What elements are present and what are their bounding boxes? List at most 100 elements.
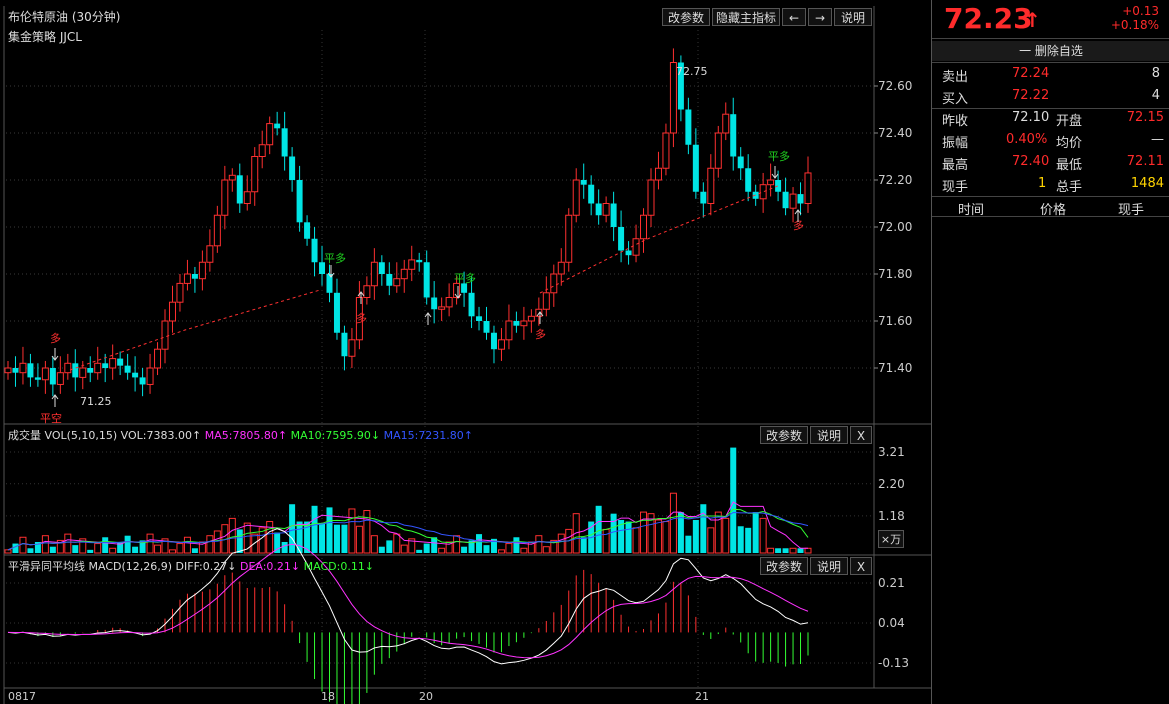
volume-bar — [707, 527, 715, 554]
candle-body — [797, 194, 804, 204]
avg-label: 均价 — [1056, 136, 1083, 151]
candle-body — [468, 292, 475, 317]
candle-body — [490, 332, 497, 350]
candle-body — [745, 168, 752, 192]
volume-bar — [759, 517, 767, 554]
volume-bar — [27, 548, 34, 553]
candle-body — [588, 184, 595, 204]
volume-bar — [700, 504, 707, 553]
signal-duo: 多 — [535, 327, 546, 341]
volume-bar — [797, 548, 804, 553]
volume-bar — [326, 507, 333, 553]
volume-bar — [737, 526, 744, 553]
candle-body — [640, 214, 648, 240]
candle-body — [168, 301, 176, 322]
volume-bar — [416, 549, 423, 553]
volume-bar — [176, 543, 184, 554]
candle-body — [289, 156, 296, 180]
price-change: +0.13 — [1122, 4, 1159, 18]
buy-price: 72.22 — [1012, 88, 1050, 103]
macd-close-button[interactable]: X — [850, 557, 872, 575]
volume-bar — [513, 537, 520, 553]
chart-area[interactable]: 多平空 71.25 72.75 平多 平多 平多多多多 72.60 72.40 72.20 72… — [0, 0, 931, 704]
candle-body — [154, 348, 162, 369]
candle-body — [102, 363, 109, 368]
candle-body — [408, 259, 416, 270]
macd-params-button[interactable]: 改参数 — [760, 557, 808, 575]
volume-bar — [348, 508, 356, 554]
candle-body — [281, 128, 288, 157]
volume-bar — [662, 521, 670, 554]
candle-body — [363, 285, 371, 298]
buy-label: 买入 — [942, 92, 969, 107]
candle-body — [737, 156, 744, 169]
price-change-pct: +0.18% — [1110, 18, 1159, 32]
signal-ping-duo: 平多 — [324, 251, 346, 265]
price-tick-label: 72.00 — [878, 220, 912, 234]
buy-qty: 4 — [1151, 88, 1160, 103]
candle-body — [311, 238, 318, 263]
volume-bar — [19, 536, 27, 554]
candle-body — [580, 180, 587, 185]
volume-bars — [4, 447, 812, 554]
candles — [4, 48, 812, 397]
candle-body — [685, 109, 692, 145]
volume-bar — [557, 533, 565, 554]
candle-body — [767, 179, 775, 186]
volume-bar — [124, 535, 131, 553]
candle-body — [572, 179, 580, 216]
volume-params-button[interactable]: 改参数 — [760, 426, 808, 444]
candle-body — [565, 214, 573, 263]
price-tick-label: 71.60 — [878, 314, 912, 328]
avg-value: — — [1151, 132, 1164, 147]
macd-value: MACD:0.11↓ — [303, 560, 375, 573]
candle-body — [79, 367, 87, 378]
params-button[interactable]: 改参数 — [662, 8, 710, 26]
volume-axis: 3.21 2.20 1.18 — [878, 445, 905, 523]
volume-bar — [370, 535, 378, 554]
next-arrow-icon[interactable]: → — [808, 8, 832, 26]
volume-bar — [752, 512, 759, 553]
volume-bar — [730, 447, 737, 553]
candle-body — [654, 167, 662, 181]
candle-body — [527, 315, 535, 322]
panel-frame — [3, 6, 931, 704]
macd-tick-label: -0.13 — [878, 656, 909, 670]
candle-body — [431, 297, 438, 310]
explain-button[interactable]: 说明 — [834, 8, 872, 26]
hide-indicator-button[interactable]: 隐藏主指标 — [712, 8, 780, 26]
candle-body — [782, 191, 789, 209]
macd-axis: 0.21 0.04 -0.13 — [878, 576, 909, 670]
volume-unit-badge[interactable]: ×万 — [878, 530, 904, 548]
remove-watch-button[interactable]: 一 删除自选 — [932, 41, 1169, 61]
macd-explain-button[interactable]: 说明 — [810, 557, 848, 575]
low-label: 最低 — [1056, 158, 1083, 173]
low-label: 71.25 — [80, 395, 112, 408]
volume-bar — [640, 511, 648, 554]
volume-explain-button[interactable]: 说明 — [810, 426, 848, 444]
volume-bar — [782, 548, 789, 553]
candle-body — [251, 156, 259, 193]
candle-body — [722, 113, 730, 134]
sell-row: 卖出 72.24 8 — [932, 64, 1169, 86]
price-tick-label: 71.80 — [878, 267, 912, 281]
candle-body — [49, 368, 56, 385]
volume-bar — [289, 504, 296, 553]
volume-bar — [154, 544, 162, 554]
signal-ping-duo: 平多 — [768, 149, 790, 163]
volume-bar — [625, 521, 632, 553]
prev-arrow-icon[interactable]: ← — [782, 8, 806, 26]
volume-bar — [213, 530, 221, 554]
volume-bar — [132, 546, 139, 553]
candle-body — [132, 372, 139, 378]
volume-bar — [64, 533, 72, 554]
open-value: 72.15 — [1126, 110, 1164, 125]
volume-bar — [453, 535, 461, 554]
candle-body — [632, 238, 640, 256]
chart-canvas[interactable]: 多平空71.2572.75平多平多平多多多多 72.6072.4072.2072… — [0, 0, 931, 704]
candle-body — [34, 377, 41, 380]
volume-close-button[interactable]: X — [850, 426, 872, 444]
volume-bar — [580, 537, 587, 553]
candle-body — [274, 123, 281, 129]
open-label: 开盘 — [1056, 114, 1083, 129]
